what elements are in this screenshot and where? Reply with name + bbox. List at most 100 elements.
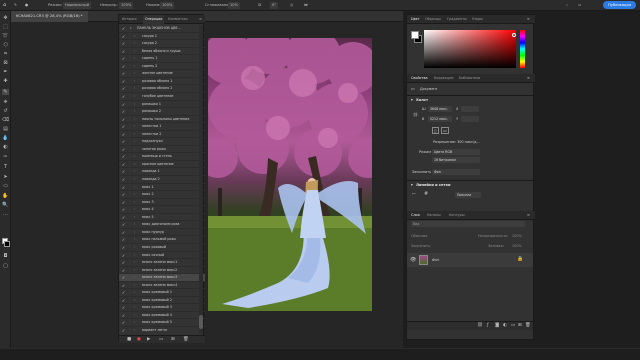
toggle-check-icon[interactable]: ✓ [121,252,126,260]
action-item[interactable]: ✓ › микс 3 [119,199,205,207]
move-tool-icon[interactable]: ✥ [2,15,9,21]
expand-chevron-icon[interactable]: › [134,168,135,176]
action-item[interactable]: ✓ › ромашки 1 [119,101,205,109]
expand-chevron-icon[interactable]: › [134,184,135,192]
expand-chevron-icon[interactable]: › [134,116,135,124]
screen-mode-icon[interactable]: ▢ [2,263,9,269]
marquee-tool-icon[interactable]: ⬚ [2,24,9,30]
action-item[interactable]: ✓ › микс сочный [119,252,205,260]
foreground-color-chip[interactable] [411,31,419,39]
action-item[interactable]: ✓ › сирень 1 [119,55,205,63]
action-item[interactable]: ✓ › вариант легче [119,327,205,334]
search-icon[interactable]: ⌕ [566,2,568,9]
action-item[interactable]: ✓ › лаванда 2 [119,176,205,184]
toggle-check-icon[interactable]: ✓ [121,236,126,244]
action-item[interactable]: ✓ › много зелени микс4 [119,282,205,290]
action-item[interactable]: ✓ › микс кремовый 2 [119,297,205,305]
mask-icon[interactable]: ◙ [495,323,499,328]
toggle-check-icon[interactable]: ✓ [121,274,126,282]
clone-stamp-tool-icon[interactable]: ⎈ [2,99,9,105]
tab-channels[interactable]: Каналы [427,211,441,220]
expand-chevron-icon[interactable]: ▾ [130,25,132,33]
play-icon[interactable]: ▶ [147,337,150,342]
action-item[interactable]: ✓ › микс кремовый 1 [119,289,205,297]
hue-slider[interactable] [520,30,525,68]
tab-libraries[interactable]: Библиотеки [459,74,480,83]
new-layer-icon[interactable]: ⊞ [518,323,522,328]
toggle-check-icon[interactable]: ✓ [121,63,126,71]
expand-chevron-icon[interactable]: › [134,267,135,275]
home-icon[interactable]: ⌂ [3,2,6,9]
expand-chevron-icon[interactable]: › [134,214,135,222]
brush-tool-icon[interactable]: ✎ [2,89,9,95]
expand-chevron-icon[interactable]: › [134,289,135,297]
grid-icon[interactable]: # [424,191,428,197]
brush-tool-icon[interactable]: ✎ [14,2,17,9]
expand-chevron-icon[interactable]: › [134,319,135,327]
lock-icon[interactable]: 🔒 [517,256,523,262]
more-tools-icon[interactable]: … [2,211,9,217]
y-field[interactable] [461,116,479,122]
brush-size-icon[interactable]: ● [25,2,28,9]
action-item[interactable]: ✓ › розовая яблоня 1 [119,78,205,86]
tab-patterns[interactable]: Узоры [472,15,483,24]
toggle-check-icon[interactable]: ✓ [121,55,126,63]
blur-tool-icon[interactable]: 💧 [2,135,9,141]
expand-chevron-icon[interactable]: › [134,131,135,139]
width-field[interactable]: 3648 пикс. [428,106,452,112]
path-select-tool-icon[interactable]: ➤ [2,174,9,180]
gear-icon[interactable]: ⚙ [258,2,261,9]
toggle-check-icon[interactable]: ✓ [121,199,126,207]
gradient-tool-icon[interactable]: ▤ [2,126,9,132]
rulers-section-toggle[interactable]: ▾ [411,183,413,187]
shape-tool-icon[interactable]: ▭ [2,183,9,189]
stop-icon[interactable]: ■ [127,337,131,342]
action-item[interactable]: ✓ › розовая яблоня 2 [119,85,205,93]
toggle-check-icon[interactable]: ✓ [121,191,126,199]
expand-chevron-icon[interactable]: › [134,252,135,260]
expand-chevron-icon[interactable]: › [134,229,135,237]
symmetry-icon[interactable]: ⧓ [304,2,308,9]
tab-comments[interactable]: Комментар [168,15,188,24]
workspace-icon[interactable]: ▭ [578,2,581,9]
adjustment-layer-icon[interactable]: ◐ [503,323,507,328]
expand-chevron-icon[interactable]: › [134,274,135,282]
action-item[interactable]: ✓ › ромашки 2 [119,108,205,116]
eyedropper-tool-icon[interactable]: ✒ [2,69,9,75]
toggle-check-icon[interactable]: ✓ [121,168,126,176]
history-brush-tool-icon[interactable]: ↺ [2,108,9,114]
tab-properties[interactable]: Свойства [411,74,428,83]
toggle-check-icon[interactable]: ✓ [121,289,126,297]
toggle-check-icon[interactable]: ✓ [121,123,126,131]
color-picker-field[interactable] [424,30,516,68]
tab-color[interactable]: Цвет [411,15,420,24]
toggle-check-icon[interactable]: ✓ [121,319,126,327]
action-item[interactable]: ✓ › микс кремовый 4 [119,312,205,320]
action-item[interactable]: ✓ › микс диагоналм роза [119,221,205,229]
canvas-section-toggle[interactable]: ▾ [411,98,413,102]
action-item[interactable]: ✓ › микс 1 [119,184,205,192]
pressure-icon[interactable]: ◎ [290,2,293,9]
action-item[interactable]: ✓ › пионы тюльпаны цветение [119,116,205,124]
toggle-check-icon[interactable]: ✓ [121,116,126,124]
expand-chevron-icon[interactable]: › [134,101,135,109]
panel-menu-icon[interactable]: ≡ [527,15,530,24]
actions-scrollbar-thumb[interactable] [199,315,203,329]
quick-select-tool-icon[interactable]: ⬡ [2,42,9,48]
action-item[interactable]: ✓ › лаванда 1 [119,168,205,177]
crop-tool-icon[interactable]: ⌗ [2,51,9,57]
action-item[interactable]: ✓ › много зелени микс1 [119,259,205,267]
tab-adjustments[interactable]: Коррекция [434,74,453,83]
layer-name[interactable]: Фон [432,258,439,262]
expand-chevron-icon[interactable]: › [134,304,135,312]
toggle-check-icon[interactable]: ✓ [121,153,126,161]
bit-depth-dropdown[interactable]: 16 бит/канал [432,157,480,163]
action-item[interactable]: ✓ › голубое цветение [119,93,205,101]
action-item[interactable]: ✓ › микс 4 [119,206,205,214]
expand-chevron-icon[interactable]: › [134,259,135,267]
toggle-check-icon[interactable]: ✓ [121,304,126,312]
expand-chevron-icon[interactable]: › [134,33,135,41]
toggle-check-icon[interactable]: ✓ [121,214,126,222]
mode-dropdown[interactable]: Нормальный [63,2,92,9]
publish-button[interactable]: Публикация [603,1,636,9]
